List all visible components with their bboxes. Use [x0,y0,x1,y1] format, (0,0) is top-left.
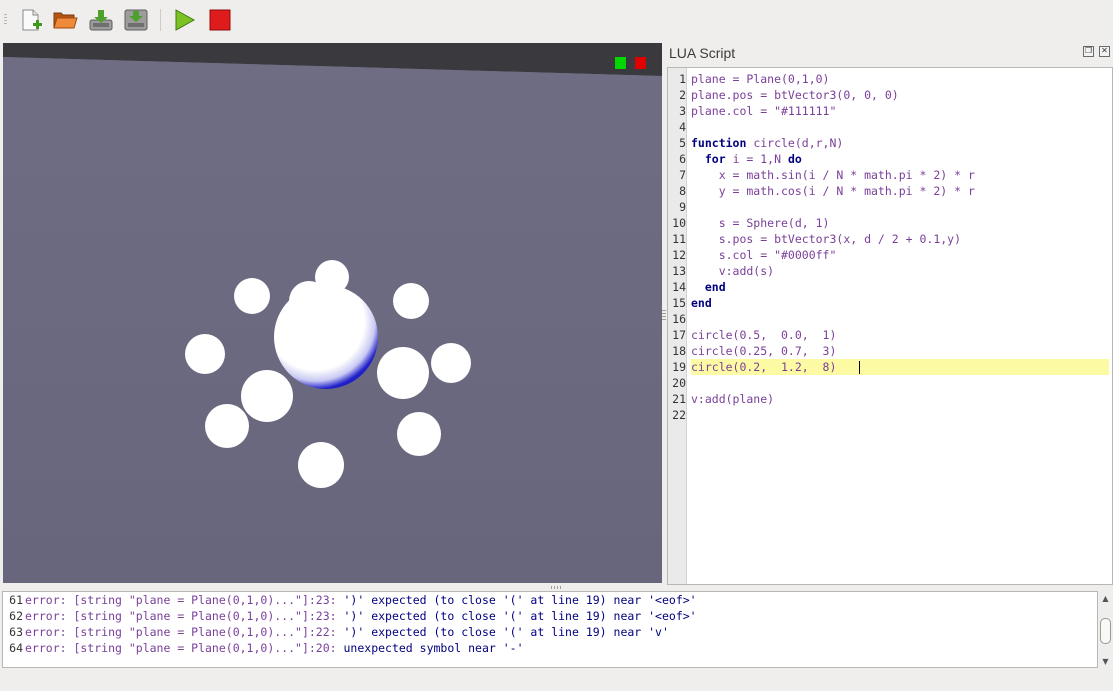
code-line[interactable]: s.col = "#0000ff" [691,247,837,263]
line-number: 9 [679,200,686,214]
sphere-large [274,285,378,389]
line-number: 19 [672,360,686,374]
code-line[interactable]: v:add(s) [691,263,774,279]
code-line[interactable]: plane.col = "#111111" [691,103,836,119]
console-line: error: [string "plane = Plane(0,1,0)..."… [25,640,524,656]
save-as-button[interactable] [123,7,149,33]
line-number: 16 [672,312,686,326]
sphere-small [397,412,441,456]
dock-title: LUA Script [669,45,736,61]
code-line[interactable]: s.pos = btVector3(x, d / 2 + 0.1,y) [691,231,961,247]
code-line[interactable]: plane = Plane(0,1,0) [691,71,829,87]
sphere-small [393,283,429,319]
close-icon[interactable]: ✕ [1099,46,1110,57]
sphere-small [205,404,249,448]
line-number: 11 [672,232,686,246]
stop-icon [209,9,231,31]
code-line[interactable]: end [691,279,726,295]
3d-viewport[interactable] [3,43,662,583]
float-window-icon[interactable]: ❐ [1083,46,1094,57]
code-line[interactable]: for i = 1,N do [691,151,802,167]
save-icon [89,10,113,31]
play-icon [175,9,196,31]
console-line: error: [string "plane = Plane(0,1,0)..."… [25,608,697,624]
line-number: 3 [679,104,686,118]
line-number: 18 [672,344,686,358]
output-console[interactable]: 61 error: [string "plane = Plane(0,1,0).… [2,591,1098,668]
code-line[interactable]: plane.pos = btVector3(0, 0, 0) [691,87,899,103]
line-number: 17 [672,328,686,342]
toolbar-separator [160,9,161,31]
line-number: 21 [672,392,686,406]
line-number: 5 [679,136,686,150]
code-line[interactable]: x = math.sin(i / N * math.pi * 2) * r [691,167,975,183]
line-number: 22 [672,408,686,422]
save-as-icon [124,9,148,31]
scroll-up-icon[interactable]: ▲ [1100,593,1111,604]
folder-open-icon [53,12,78,29]
console-error-message: ')' expected (to close '(' at line 19) n… [343,625,669,639]
save-button[interactable] [88,7,114,33]
console-line-number: 62 [9,609,23,623]
stop-button[interactable] [207,7,233,33]
sphere-medium [377,347,429,399]
code-line[interactable]: y = math.cos(i / N * math.pi * 2) * r [691,183,975,199]
open-file-button[interactable] [52,7,78,33]
console-error-prefix: error: [string "plane = Plane(0,1,0)..."… [25,625,344,639]
app-window: LUA Script ❐ ✕ 1 2 3 4 5 6 7 8 9 10 11 1… [0,0,1113,691]
line-number: 15 [672,296,686,310]
line-number: 8 [679,184,686,198]
console-line-number: 61 [9,593,23,607]
code-line-current[interactable]: circle(0.2, 1.2, 8) [691,359,1109,375]
toolbar [0,0,1113,40]
line-number: 1 [679,72,686,86]
code-line[interactable]: end [691,295,712,311]
console-error-prefix: error: [string "plane = Plane(0,1,0)..."… [25,609,344,623]
line-number: 12 [672,248,686,262]
code-line[interactable]: circle(0.5, 0.0, 1) [691,327,836,343]
console-line-number: 63 [9,625,23,639]
console-line-number: 64 [9,641,23,655]
console-error-message: ')' expected (to close '(' at line 19) n… [343,609,697,623]
code-line[interactable]: s = Sphere(d, 1) [691,215,830,231]
console-error-message: unexpected symbol near '-' [343,641,524,655]
run-button[interactable] [171,7,197,33]
console-error-prefix: error: [string "plane = Plane(0,1,0)..."… [25,641,344,655]
scrollbar-thumb[interactable] [1100,618,1111,644]
line-number: 6 [679,152,686,166]
text-cursor [859,361,860,374]
code-editor[interactable]: 1 2 3 4 5 6 7 8 9 10 11 12 13 14 15 16 1… [667,67,1113,585]
toolbar-grip[interactable] [4,14,7,26]
new-file-button[interactable] [18,7,44,33]
sphere-medium [241,370,293,422]
line-number: 4 [679,120,686,134]
new-file-icon [22,9,42,31]
code-line[interactable]: function circle(d,r,N) [691,135,843,151]
console-error-prefix: error: [string "plane = Plane(0,1,0)..."… [25,593,344,607]
sphere-small [234,278,270,314]
line-number: 7 [679,168,686,182]
line-number: 20 [672,376,686,390]
line-number: 2 [679,88,686,102]
status-indicator-red [635,57,646,69]
line-number: 14 [672,280,686,294]
sphere-small [298,442,344,488]
console-line: error: [string "plane = Plane(0,1,0)..."… [25,624,669,640]
vertical-splitter[interactable] [662,310,666,320]
status-indicator-green [615,57,626,69]
code-line[interactable]: circle(0.25, 0.7, 3) [691,343,836,359]
console-line: error: [string "plane = Plane(0,1,0)..."… [25,592,697,608]
horizontal-splitter[interactable] [551,586,561,589]
line-number: 13 [672,264,686,278]
scene-render [3,43,662,583]
sphere-small [185,334,225,374]
sphere-small [431,343,471,383]
scroll-down-icon[interactable]: ▼ [1100,656,1111,667]
console-scrollbar[interactable]: ▲ ▼ [1099,592,1112,668]
code-line[interactable]: v:add(plane) [691,391,774,407]
console-error-message: ')' expected (to close '(' at line 19) n… [343,593,697,607]
line-number: 10 [672,216,686,230]
